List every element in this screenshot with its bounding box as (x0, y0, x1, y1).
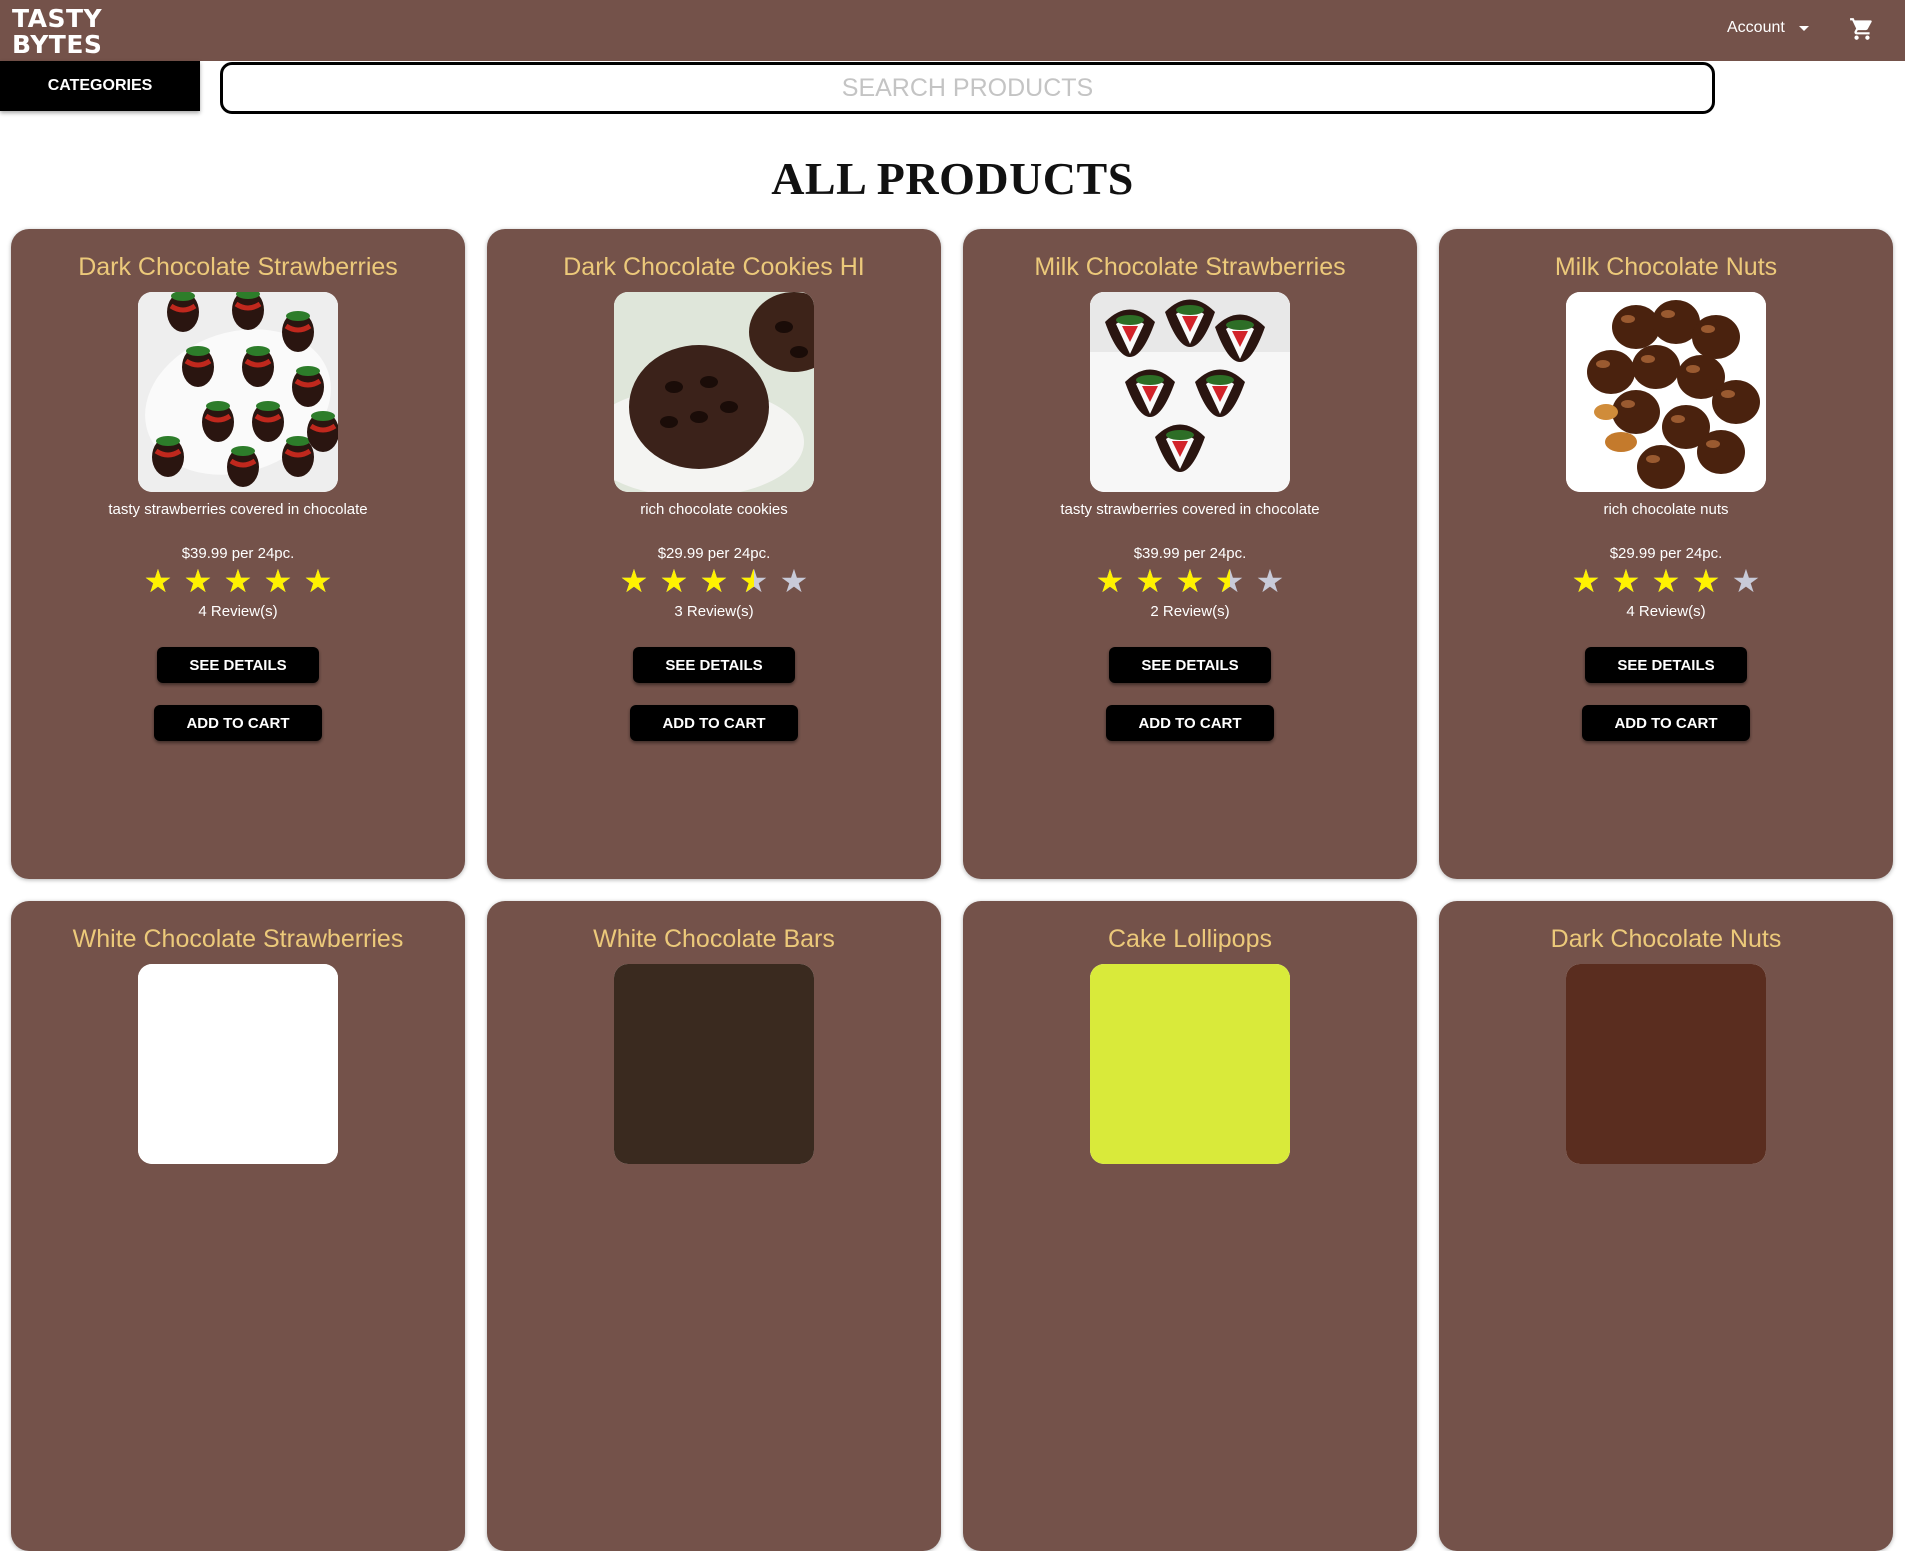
star-icon: ★ (1731, 563, 1761, 599)
account-menu[interactable]: Account (1727, 19, 1809, 37)
product-name: Dark Chocolate Cookies HI (563, 253, 865, 281)
see-details-button[interactable]: SEE DETAILS (157, 647, 319, 683)
logo-text: TASTY BYTES (12, 4, 103, 59)
product-price: $39.99 per 24pc. (181, 545, 295, 562)
page-title: ALL PRODUCTS (771, 153, 1134, 204)
star-rating: ★ ★ ★ ★ ★ ★ ★ ★ ★ ★ (11, 561, 465, 601)
product-description: rich chocolate nuts (1603, 501, 1729, 518)
see-details-button[interactable]: SEE DETAILS (1109, 647, 1271, 683)
star-rating: ★ ★ ★ ★ ★ ★ ★ ★ ★ (487, 561, 941, 601)
star-icon: ★ ★ (1651, 563, 1681, 599)
top-app-bar: TASTY BYTES Account (0, 0, 1905, 75)
product-name: Cake Lollipops (1108, 925, 1272, 953)
star-rating: ★ ★ ★ ★ ★ ★ ★ ★ ★ (1439, 561, 1893, 601)
star-icon: ★ (779, 563, 809, 599)
product-description: rich chocolate cookies (640, 501, 788, 518)
star-icon: ★ ★ (619, 563, 649, 599)
product-price: $29.99 per 24pc. (1609, 545, 1723, 562)
star-icon: ★ ★ (659, 563, 689, 599)
product-card: Dark Chocolate Nuts (1439, 901, 1893, 1551)
product-name: Milk Chocolate Strawberries (1034, 253, 1346, 281)
star-icon: ★ ★ (1215, 563, 1245, 599)
product-card: White Chocolate Bars (487, 901, 941, 1551)
star-icon: ★ (1255, 563, 1285, 599)
star-icon: ★ ★ (1095, 563, 1125, 599)
product-image[interactable] (138, 292, 338, 492)
star-rating: ★ ★ ★ ★ ★ ★ ★ ★ ★ (963, 561, 1417, 601)
add-to-cart-button[interactable]: ADD TO CART (1106, 705, 1274, 741)
categories-button[interactable]: CATEGORIES (0, 61, 200, 111)
product-name: White Chocolate Bars (593, 925, 835, 953)
product-card: White Chocolate Strawberries (11, 901, 465, 1551)
product-grid: Dark Chocolate Strawberries tasty strawb… (11, 229, 1893, 1551)
product-name: White Chocolate Strawberries (72, 925, 404, 953)
product-price: $39.99 per 24pc. (1133, 545, 1247, 562)
star-icon: ★ ★ (1571, 563, 1601, 599)
product-description: tasty strawberries covered in chocolate (108, 501, 368, 518)
star-icon: ★ ★ (143, 563, 173, 599)
star-icon: ★ ★ (699, 563, 729, 599)
shopping-cart-icon[interactable] (1849, 16, 1875, 42)
product-image[interactable] (138, 964, 338, 1164)
product-image[interactable] (1566, 292, 1766, 492)
review-count[interactable]: 4 Review(s) (1439, 603, 1893, 620)
star-icon: ★ ★ (263, 563, 293, 599)
add-to-cart-button[interactable]: ADD TO CART (630, 705, 798, 741)
product-image[interactable] (614, 964, 814, 1164)
product-image[interactable] (1090, 292, 1290, 492)
product-card: Dark Chocolate Cookies HI rich chocolate… (487, 229, 941, 879)
product-card: Milk Chocolate Strawberries tasty strawb… (963, 229, 1417, 879)
tasty-bytes-logo[interactable]: TASTY BYTES (12, 6, 187, 75)
star-icon: ★ ★ (739, 563, 769, 599)
chevron-down-icon (1798, 25, 1809, 31)
star-icon: ★ ★ (1691, 563, 1721, 599)
review-count[interactable]: 3 Review(s) (487, 603, 941, 620)
see-details-button[interactable]: SEE DETAILS (1585, 647, 1747, 683)
star-icon: ★ ★ (303, 563, 333, 599)
product-image[interactable] (1090, 964, 1290, 1164)
review-count[interactable]: 2 Review(s) (963, 603, 1417, 620)
product-name: Milk Chocolate Nuts (1554, 253, 1778, 281)
product-card: Milk Chocolate Nuts rich chocolate nuts $… (1439, 229, 1893, 879)
product-card: Dark Chocolate Strawberries tasty strawb… (11, 229, 465, 879)
add-to-cart-button[interactable]: ADD TO CART (1582, 705, 1750, 741)
product-name: Dark Chocolate Nuts (1550, 925, 1782, 953)
star-icon: ★ ★ (1135, 563, 1165, 599)
star-icon: ★ ★ (1175, 563, 1205, 599)
review-count[interactable]: 4 Review(s) (11, 603, 465, 620)
star-icon: ★ ★ (183, 563, 213, 599)
search-input[interactable] (220, 62, 1715, 114)
product-description: tasty strawberries covered in chocolate (1060, 501, 1320, 518)
star-icon: ★ ★ (1611, 563, 1641, 599)
product-card: Cake Lollipops (963, 901, 1417, 1551)
star-icon: ★ ★ (223, 563, 253, 599)
product-price: $29.99 per 24pc. (657, 545, 771, 562)
see-details-button[interactable]: SEE DETAILS (633, 647, 795, 683)
product-image[interactable] (614, 292, 814, 492)
product-name: Dark Chocolate Strawberries (78, 253, 398, 281)
account-label: Account (1727, 19, 1785, 36)
product-image[interactable] (1566, 964, 1766, 1164)
add-to-cart-button[interactable]: ADD TO CART (154, 705, 322, 741)
